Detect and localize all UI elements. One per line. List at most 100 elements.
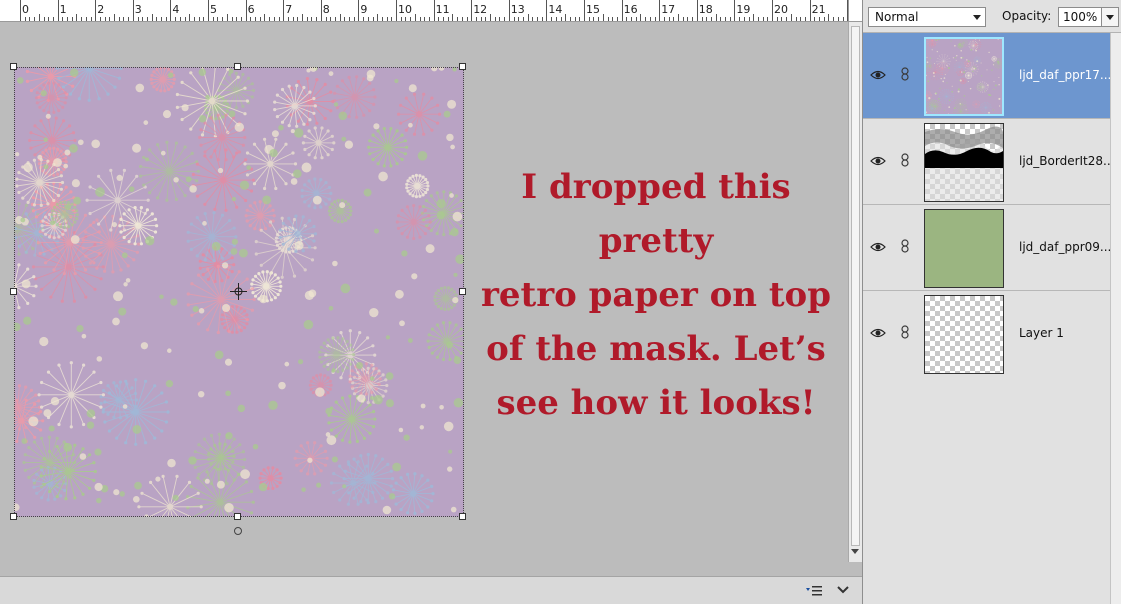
canvas-area[interactable]: 01234567891011121314151617181920212 I dr… [0, 0, 862, 604]
ruler-tick [99, 17, 101, 21]
ruler-tick [414, 14, 416, 21]
link-icon[interactable] [900, 239, 910, 253]
transform-handle-bottom[interactable] [234, 513, 241, 520]
ruler-number: 21 [811, 3, 826, 16]
horizontal-ruler: 01234567891011121314151617181920212 [0, 0, 848, 22]
link-icon[interactable] [900, 153, 910, 167]
ruler-number: 1 [59, 3, 67, 16]
eye-icon[interactable] [870, 241, 886, 253]
eye-icon[interactable] [870, 155, 886, 167]
transform-handle-top-left[interactable] [10, 63, 17, 70]
transform-handle-top[interactable] [234, 63, 241, 70]
ruler-tick [222, 17, 224, 21]
vertical-scrollbar[interactable] [848, 22, 862, 562]
ruler-tick [311, 17, 313, 21]
ruler-tick [20, 0, 21, 21]
layer-row[interactable]: ljd_BorderIt28... [863, 119, 1121, 205]
ruler-tick [320, 0, 322, 21]
ruler-tick [52, 17, 54, 21]
ruler-tick [490, 14, 491, 21]
opacity-input[interactable]: 100% [1058, 7, 1102, 27]
ruler-number: 4 [172, 3, 180, 16]
ruler-tick [363, 17, 365, 21]
ruler-tick [391, 17, 393, 21]
ruler-tick [95, 0, 97, 21]
ruler-tick [297, 17, 299, 21]
ruler-tick [128, 17, 130, 21]
ruler-number: 17 [661, 3, 676, 16]
ruler-tick [842, 17, 844, 21]
ruler-tick [372, 17, 374, 21]
transform-handle-top-right[interactable] [459, 63, 466, 70]
chevron-down-icon [1106, 15, 1114, 20]
ruler-number: 12 [473, 3, 488, 16]
ruler-tick [800, 17, 802, 21]
ruler-tick [255, 17, 256, 21]
ruler-tick [38, 14, 40, 21]
ruler-tick [626, 17, 628, 21]
ruler-number: 11 [435, 3, 450, 16]
ruler-tick [57, 0, 59, 21]
ruler-number: 14 [548, 3, 563, 16]
ruler-tick [24, 17, 26, 21]
ruler-tick [269, 17, 271, 21]
rotate-handle[interactable] [234, 527, 242, 535]
layer-row[interactable]: Layer 1 [863, 291, 1121, 377]
ruler-number: 5 [210, 3, 217, 16]
ruler-tick [602, 14, 604, 21]
ruler-tick [823, 17, 825, 21]
caption-text: I dropped this pretty retro paper on top… [480, 167, 832, 423]
ruler-tick [743, 17, 745, 21]
ruler-tick [715, 14, 717, 21]
ruler-tick [607, 17, 609, 21]
transform-handle-left[interactable] [10, 288, 17, 295]
ruler-tick [245, 0, 247, 21]
ruler-tick [729, 17, 731, 21]
eye-icon[interactable] [870, 327, 886, 339]
ruler-tick [565, 14, 567, 21]
layer-row[interactable]: ljd_daf_ppr17.... [863, 33, 1121, 119]
ruler-tick [616, 17, 618, 21]
ruler-tick [645, 17, 647, 21]
link-icon[interactable] [900, 67, 910, 81]
opacity-dropdown-button[interactable] [1102, 7, 1119, 27]
status-strip [0, 562, 862, 576]
ruler-tick [640, 14, 642, 21]
vertical-scrollbar-thumb[interactable] [851, 26, 860, 546]
ruler-number: 10 [398, 3, 412, 16]
ruler-number: 9 [360, 3, 368, 16]
transform-handle-bottom-right[interactable] [459, 513, 466, 520]
ruler-tick [433, 0, 435, 21]
panel-menu-icon[interactable] [806, 585, 822, 597]
ruler-tick [734, 0, 736, 21]
ruler-tick [410, 17, 412, 21]
blend-mode-select[interactable]: Normal [868, 7, 986, 27]
link-icon[interactable] [900, 325, 910, 339]
ruler-tick [809, 0, 811, 21]
ruler-tick [551, 17, 553, 21]
reference-point-icon[interactable] [230, 283, 247, 300]
ruler-tick [349, 17, 350, 21]
ruler-tick [710, 17, 712, 21]
ruler-tick [475, 17, 477, 21]
ruler-tick [250, 17, 252, 21]
ruler-tick [819, 17, 820, 21]
ruler-tick [631, 17, 632, 21]
ruler-tick [43, 17, 45, 21]
transform-handle-right[interactable] [459, 288, 466, 295]
layers-panel: Normal Opacity: 100% ljd_daf_ppr17.... l… [862, 0, 1121, 604]
ruler-tick [189, 14, 191, 21]
eye-icon[interactable] [870, 69, 886, 81]
scroll-down-arrow-icon[interactable] [851, 549, 859, 554]
ruler-tick [438, 17, 440, 21]
layers-panel-scrollbar[interactable] [1110, 33, 1121, 604]
ruler-tick [76, 14, 78, 21]
layer-row[interactable]: ljd_daf_ppr09.... [863, 205, 1121, 291]
transform-handle-bottom-left[interactable] [10, 513, 17, 520]
ruler-tick [762, 17, 764, 21]
ruler-tick [504, 17, 506, 21]
ruler-number: 15 [586, 3, 600, 16]
ruler-tick [283, 0, 285, 21]
chevron-down-icon[interactable] [836, 584, 850, 596]
ruler-tick [193, 17, 195, 21]
